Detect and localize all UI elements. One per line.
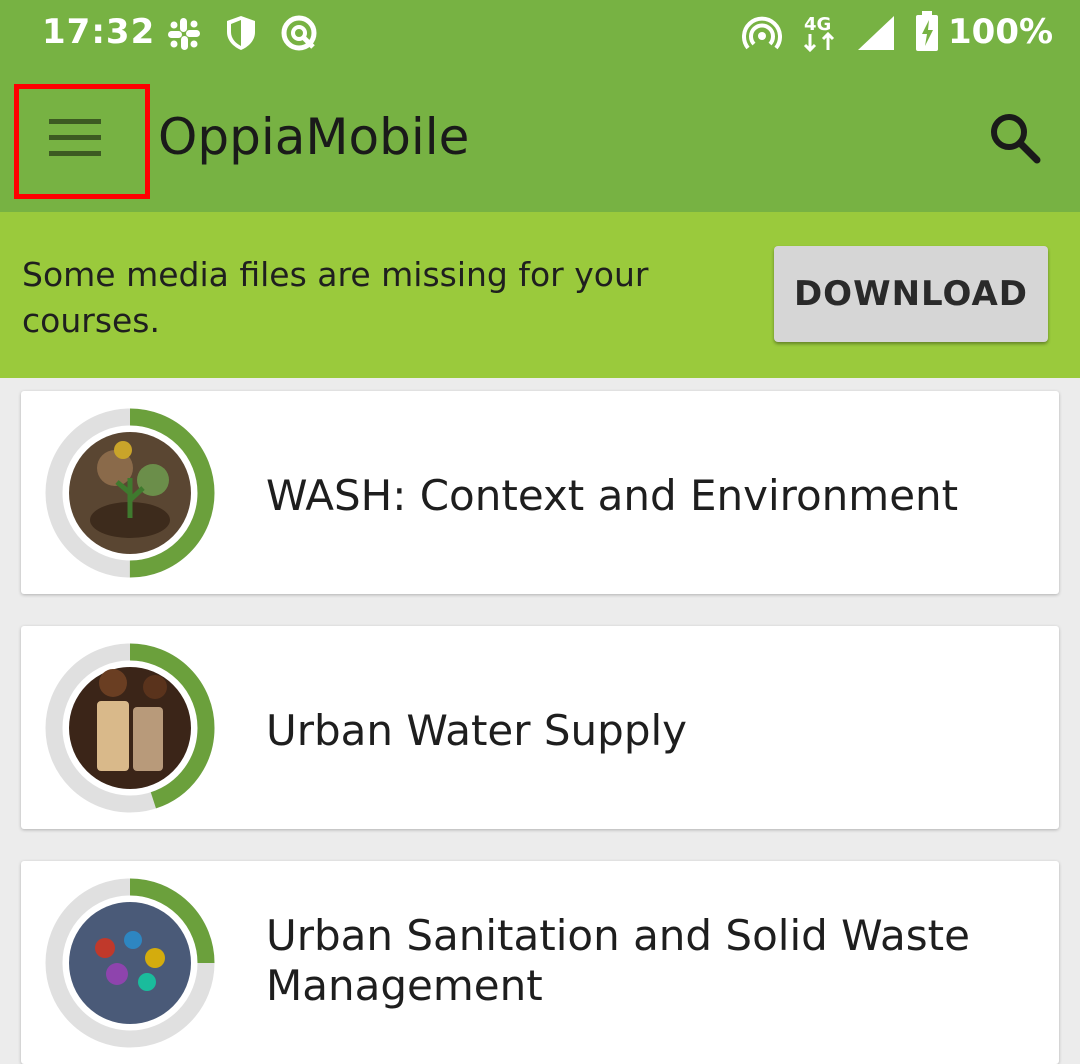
4g-icon: 4G: [803, 14, 835, 53]
banner-message: Some media files are missing for your co…: [22, 255, 649, 340]
shield-icon: [227, 16, 255, 50]
course-title: Urban Sanitation and Solid Waste Managem…: [266, 911, 970, 1010]
course-title: Urban Water Supply: [266, 706, 688, 755]
hamburger-menu-button[interactable]: [14, 84, 150, 199]
battery-charging-icon: [916, 11, 938, 51]
battery-percent: 100%: [948, 12, 1054, 52]
app-bar: OppiaMobile: [0, 70, 1080, 212]
network-type-label: 4G: [804, 14, 831, 35]
signal-icon: [858, 16, 894, 50]
download-button[interactable]: DOWNLOAD: [774, 246, 1048, 342]
course-card[interactable]: WASH: Context and Environment: [21, 391, 1059, 594]
status-time: 17:32: [42, 12, 156, 52]
course-thumbnail-image: [69, 667, 191, 789]
course-progress-ring: [45, 643, 215, 813]
search-button[interactable]: [985, 108, 1047, 170]
hotspot-icon: [742, 16, 782, 50]
course-thumbnail-image: [69, 432, 191, 554]
app-title: OppiaMobile: [158, 108, 470, 166]
course-card[interactable]: Urban Sanitation and Solid Waste Managem…: [21, 861, 1059, 1064]
missing-media-banner: Some media files are missing for your co…: [0, 212, 1080, 378]
vpn-icon: [281, 15, 317, 51]
course-progress-ring: [45, 878, 215, 1048]
course-progress-ring: [45, 408, 215, 578]
course-card[interactable]: Urban Water Supply: [21, 626, 1059, 829]
status-bar: 17:32 4G 100%: [0, 0, 1080, 70]
search-icon: [991, 114, 1041, 164]
course-title: WASH: Context and Environment: [266, 471, 959, 520]
course-thumbnail-image: [69, 902, 191, 1024]
slack-icon: [168, 18, 200, 50]
